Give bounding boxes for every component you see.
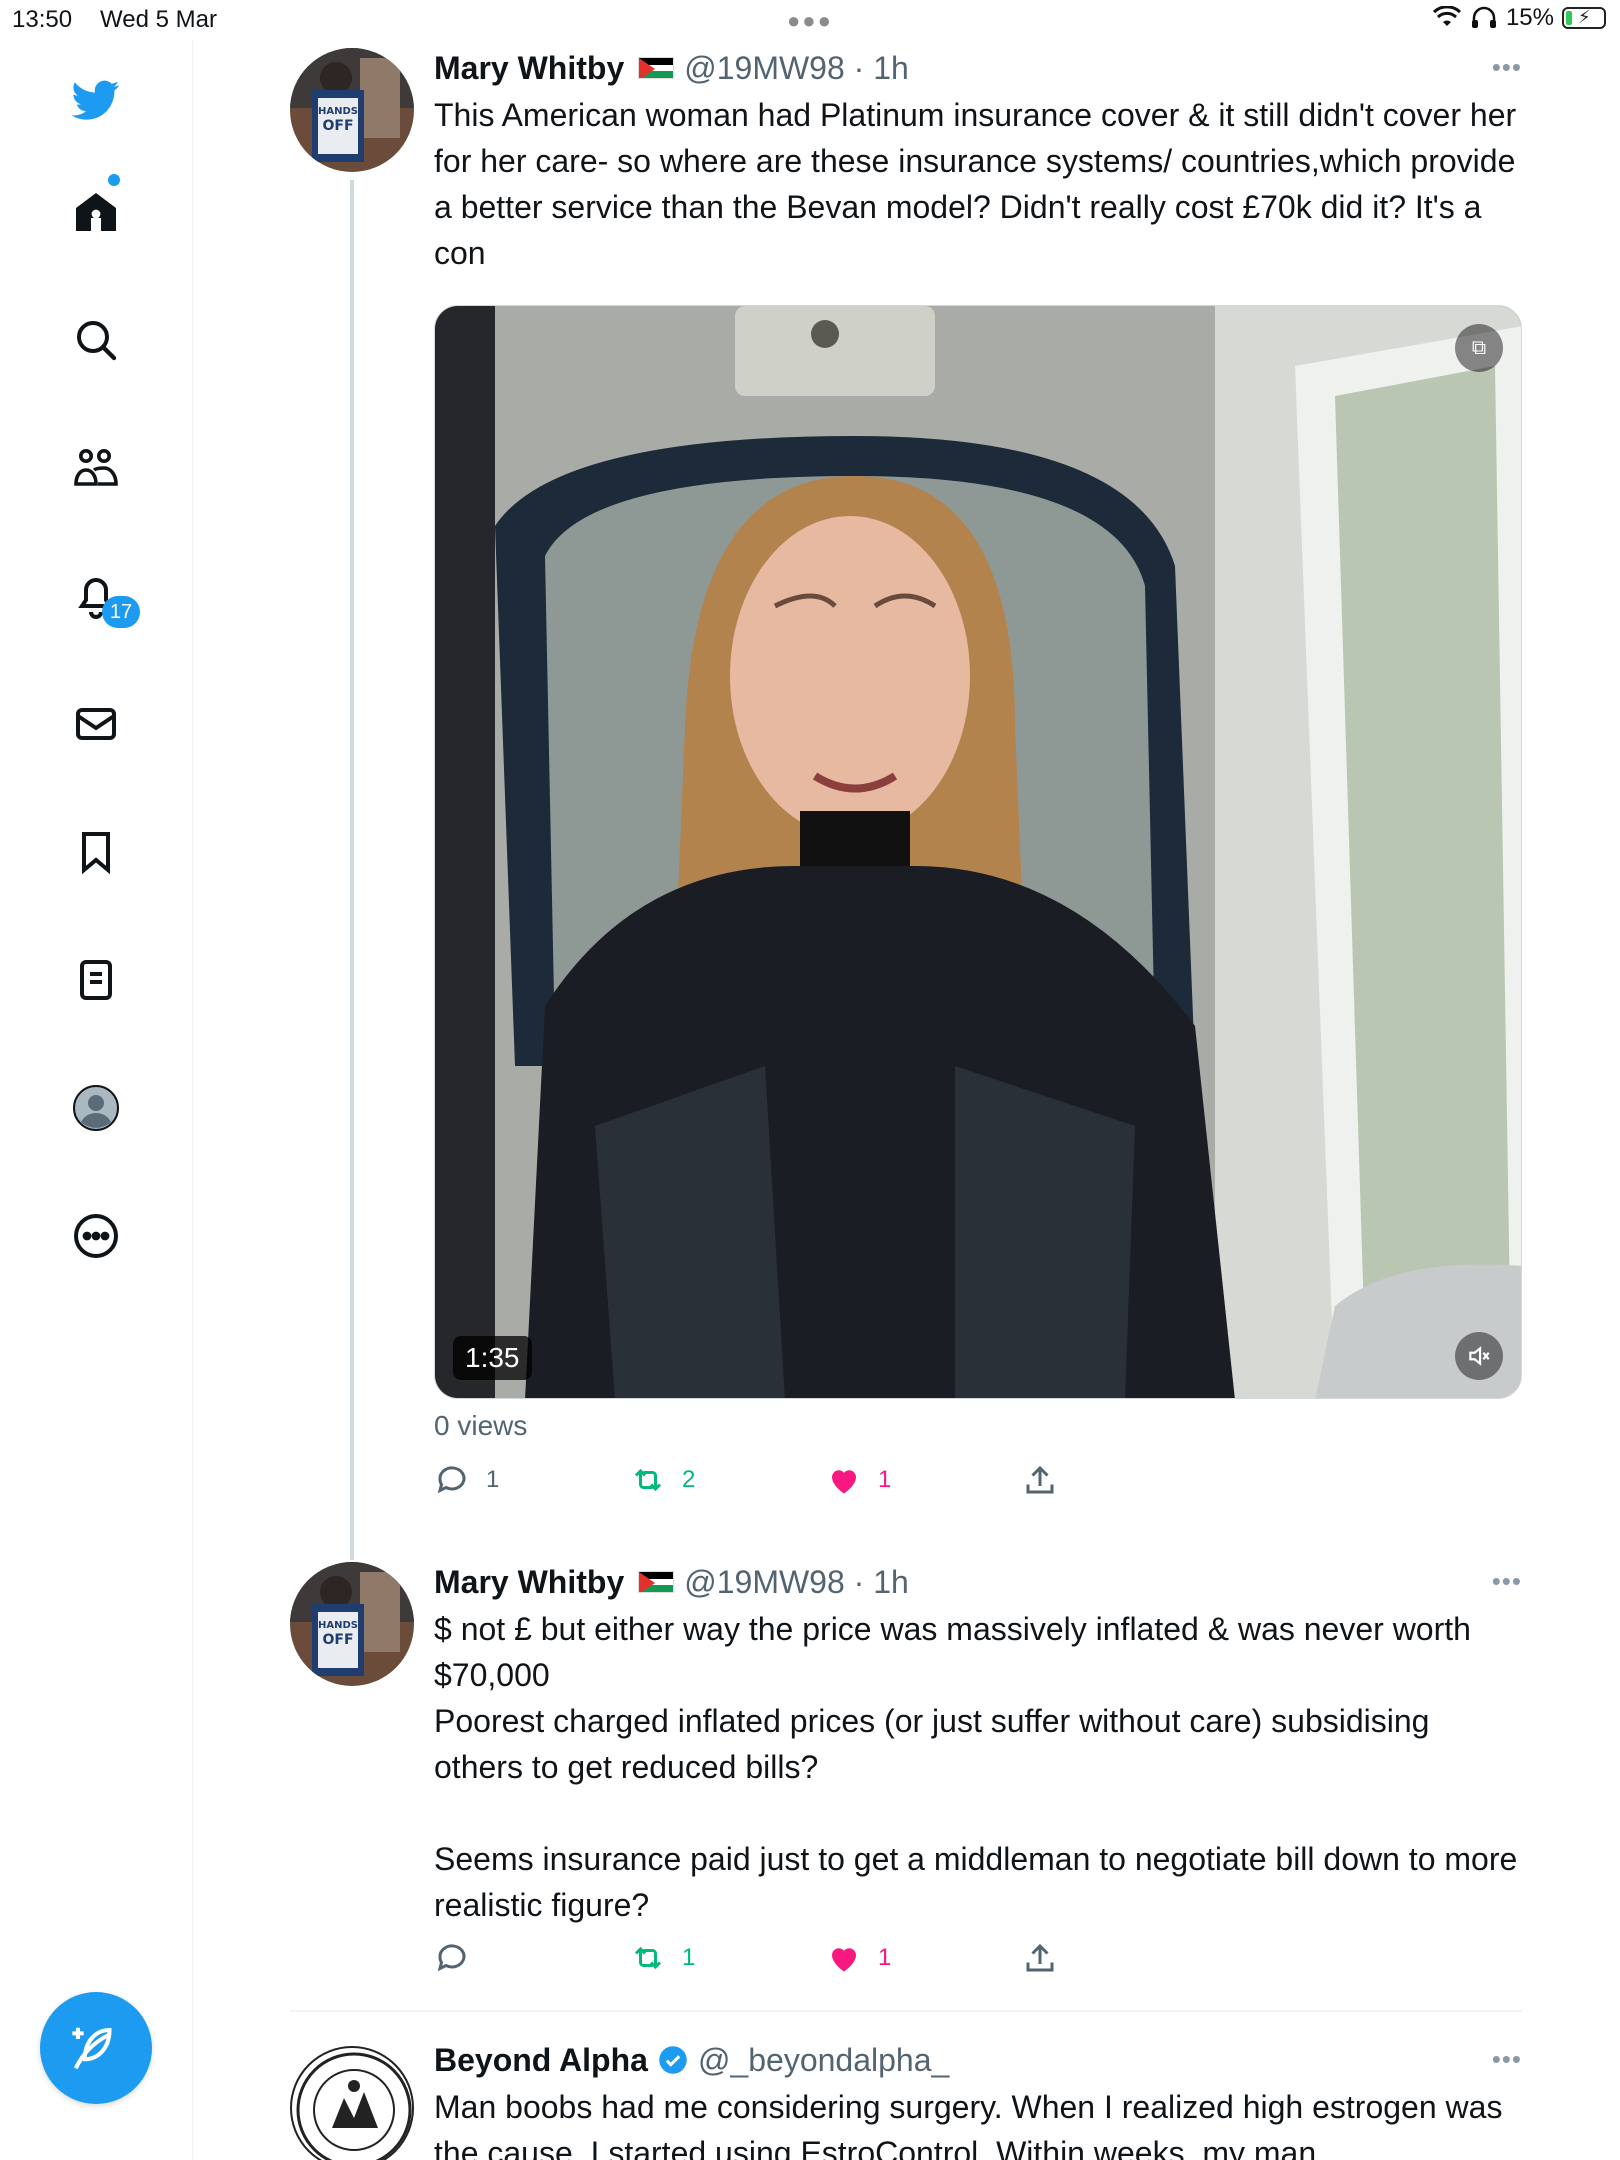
reply-button[interactable]: 1 (434, 1462, 499, 1498)
battery-icon: ⚡ (1562, 7, 1606, 29)
retweet-icon (634, 1946, 662, 1970)
status-date: Wed 5 Mar (100, 6, 217, 33)
svg-text:OFF: OFF (322, 118, 353, 134)
like-count: 1 (878, 1466, 892, 1493)
palestine-flag-icon (638, 1571, 675, 1593)
headphones-icon (1471, 6, 1496, 28)
heart-icon (832, 1470, 856, 1494)
more-icon[interactable] (66, 1206, 126, 1266)
more-options-icon[interactable]: ••• (1492, 52, 1522, 83)
retweet-count: 1 (682, 1944, 696, 1971)
svg-text:OFF: OFF (322, 1632, 353, 1648)
tweet-header: Mary Whitby @19MW98 · 1h (434, 1562, 909, 1602)
tweet-text: This American woman had Platinum insuran… (434, 97, 1526, 271)
bookmarks-icon[interactable] (66, 822, 126, 882)
author-handle[interactable]: @_beyondalpha_ (698, 2042, 949, 2079)
multitasking-dots-icon[interactable]: ●●● (787, 8, 833, 34)
svg-text:HANDS: HANDS (318, 106, 358, 117)
lists-icon[interactable] (66, 950, 126, 1010)
author-name[interactable]: Mary Whitby (434, 1564, 624, 1601)
tweet[interactable]: HANDS OFF Mary Whitby @19MW98 · 1h ••• $… (290, 1562, 1522, 2002)
profile-icon[interactable] (66, 1078, 126, 1138)
reply-icon (437, 1944, 466, 1972)
tweet-header: Mary Whitby @19MW98 · 1h (434, 48, 909, 88)
share-button[interactable] (1022, 1940, 1058, 1976)
tweet-text: $ not £ but either way the price was mas… (434, 1611, 1518, 1923)
retweet-count: 2 (682, 1466, 696, 1493)
share-icon (1026, 1465, 1054, 1494)
wifi-icon (1432, 6, 1461, 26)
home-unread-dot (108, 174, 120, 186)
status-time: 13:50 (12, 6, 73, 33)
like-button[interactable]: 1 (826, 1940, 891, 1976)
status-indicators: 15% ⚡ (1432, 4, 1606, 32)
home-icon[interactable] (66, 182, 126, 242)
palestine-flag-icon (638, 57, 675, 79)
battery-percent: 15% (1505, 4, 1554, 31)
retweet-icon (634, 1468, 662, 1492)
like-count: 1 (878, 1944, 892, 1971)
retweet-button[interactable]: 2 (630, 1462, 695, 1498)
author-handle[interactable]: @19MW98 · 1h (684, 1564, 909, 1601)
reply-button[interactable] (434, 1940, 486, 1976)
tweet-text: Man boobs had me considering surgery. Wh… (434, 2089, 1512, 2160)
messages-icon[interactable] (66, 694, 126, 754)
compose-tweet-button[interactable] (40, 1992, 152, 2104)
tweet-divider (290, 2010, 1522, 2012)
compose-feather-icon (72, 2027, 112, 2070)
captions-icon[interactable]: ⧉ (1455, 324, 1503, 372)
more-options-icon[interactable]: ••• (1492, 1566, 1522, 1597)
communities-icon[interactable] (66, 438, 126, 498)
like-button[interactable]: 1 (826, 1462, 891, 1498)
reply-icon (437, 1466, 466, 1494)
video-player[interactable]: ⧉ 1:35 (434, 305, 1522, 1399)
tweet[interactable]: HANDS OFF Mary Whitby @19MW98 · 1h ••• T… (290, 48, 1526, 1560)
search-icon[interactable] (66, 310, 126, 370)
tweet-actions: 1 2 1 (434, 1462, 1094, 1506)
tweet[interactable]: Beyond Alpha @_beyondalpha_ ••• Man boob… (290, 2040, 1522, 2160)
reply-count: 1 (486, 1466, 500, 1493)
video-frame (435, 306, 1521, 1398)
notification-count-badge: 17 (102, 596, 140, 628)
heart-icon (832, 1948, 856, 1972)
share-button[interactable] (1022, 1462, 1058, 1498)
verified-badge-icon (659, 2046, 687, 2074)
svg-text:HANDS: HANDS (318, 1620, 358, 1631)
twitter-logo-icon[interactable] (66, 70, 126, 130)
author-name[interactable]: Beyond Alpha (434, 2042, 648, 2079)
video-duration: 1:35 (453, 1336, 532, 1380)
more-options-icon[interactable]: ••• (1492, 2044, 1522, 2075)
retweet-button[interactable]: 1 (630, 1940, 695, 1976)
tweet-header: Beyond Alpha @_beyondalpha_ (434, 2040, 949, 2080)
author-handle[interactable]: @19MW98 · 1h (684, 50, 909, 87)
view-count: 0 views (434, 1410, 528, 1441)
status-bar: 13:50 Wed 5 Mar ●●● 15% ⚡ (0, 0, 1620, 40)
thread-line (350, 180, 354, 1560)
avatar[interactable]: HANDS OFF (290, 48, 414, 172)
author-name[interactable]: Mary Whitby (434, 50, 624, 87)
avatar[interactable] (290, 2046, 414, 2160)
avatar[interactable]: HANDS OFF (290, 1562, 414, 1686)
tweet-actions: 1 1 (434, 1940, 1094, 1984)
mute-icon[interactable] (1455, 1332, 1503, 1380)
share-icon (1026, 1943, 1054, 1972)
sidebar: 17 (0, 40, 193, 2160)
